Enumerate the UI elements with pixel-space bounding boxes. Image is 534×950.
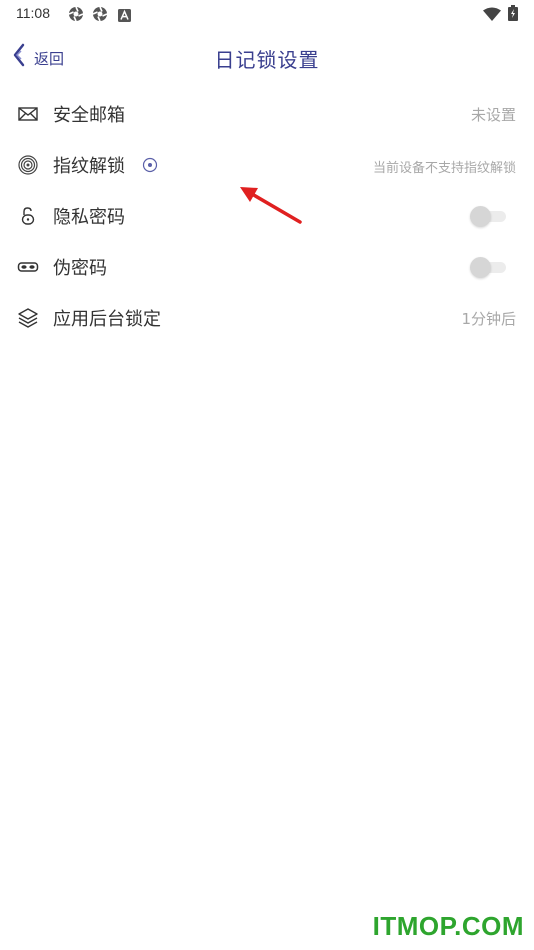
envelope-icon	[17, 103, 39, 125]
setting-label: 应用后台锁定	[53, 309, 161, 330]
a-letter-icon	[118, 7, 131, 26]
wifi-icon	[483, 6, 501, 25]
setting-label: 指纹解锁	[53, 156, 125, 177]
layers-icon	[17, 307, 39, 329]
setting-label: 安全邮箱	[53, 105, 125, 126]
unlock-icon	[17, 205, 39, 227]
toggle-thumb	[470, 257, 491, 278]
mask-icon	[17, 256, 39, 278]
status-bar: 11:08	[0, 0, 534, 28]
fake-password-toggle[interactable]	[470, 257, 506, 278]
setting-row-background-lock[interactable]: 应用后台锁定 1分钟后	[0, 292, 534, 343]
setting-row-fake-password[interactable]: 伪密码	[0, 241, 534, 292]
setting-value: 1分钟后	[461, 310, 516, 328]
app-notification-icon	[68, 6, 84, 26]
toggle-thumb	[470, 206, 491, 227]
fingerprint-icon	[17, 154, 39, 176]
status-time: 11:08	[16, 5, 50, 21]
info-target-icon[interactable]	[142, 157, 158, 173]
setting-label: 隐私密码	[53, 207, 125, 228]
page-title: 日记锁设置	[214, 48, 320, 72]
header: 返回 日记锁设置	[0, 36, 534, 80]
privacy-password-toggle[interactable]	[470, 206, 506, 227]
setting-label: 伪密码	[53, 258, 107, 279]
battery-icon	[508, 5, 518, 25]
app-notification-icon	[92, 6, 108, 26]
setting-value: 当前设备不支持指纹解锁	[372, 161, 516, 176]
setting-value: 未设置	[470, 106, 516, 124]
red-arrow-annotation	[232, 182, 308, 232]
setting-row-safe-email[interactable]: 安全邮箱 未设置	[0, 88, 534, 139]
watermark-text: ITMOP.COM	[372, 911, 524, 941]
